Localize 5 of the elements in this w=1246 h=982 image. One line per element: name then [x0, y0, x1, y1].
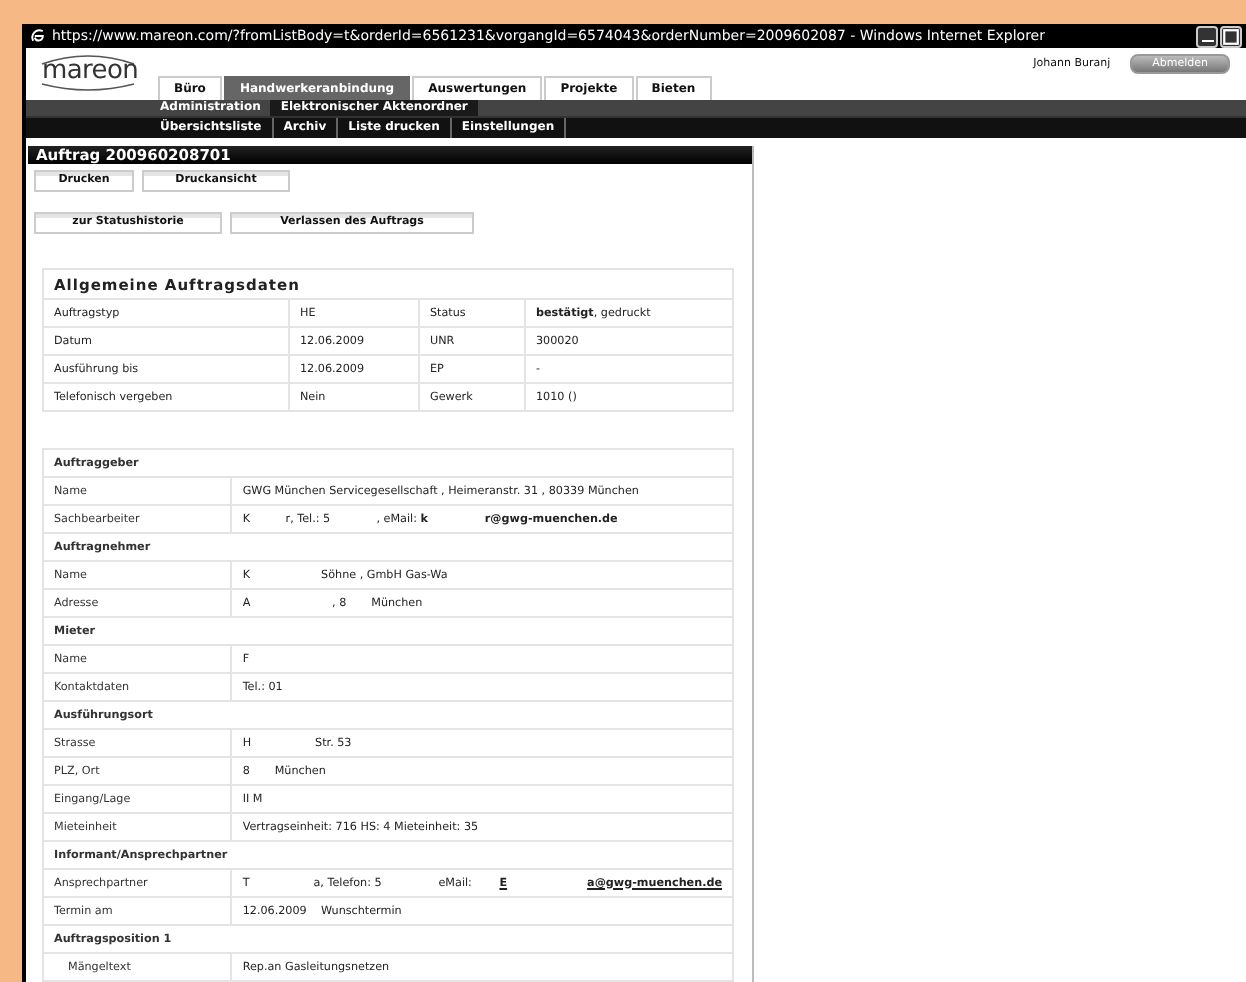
mareon-logo[interactable]: mareon — [38, 52, 138, 92]
minimize-icon — [1201, 39, 1213, 41]
minimize-button[interactable] — [1196, 25, 1218, 47]
browser-icon — [30, 28, 46, 44]
maximize-button[interactable] — [1220, 25, 1242, 47]
